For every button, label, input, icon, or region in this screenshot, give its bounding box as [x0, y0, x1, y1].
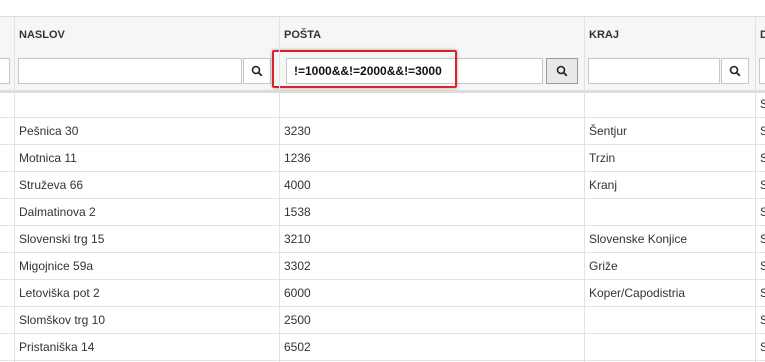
column-header-posta[interactable]: POŠTA	[279, 17, 584, 54]
table-row[interactable]: Letoviška pot 2 6000 Koper/Capodistria S	[0, 280, 765, 307]
cell-next: S	[760, 232, 765, 246]
cell-posta: 1236	[284, 151, 311, 165]
cell-naslov: Letoviška pot 2	[19, 286, 100, 300]
cell-kraj: Kranj	[589, 178, 618, 192]
filter-search-button-kraj[interactable]	[721, 58, 749, 84]
table-row[interactable]: Pešnica 30 3230 Šentjur S	[0, 118, 765, 145]
cell-naslov: Pešnica 30	[19, 124, 79, 138]
cell-posta: 3230	[284, 124, 311, 138]
cell-next: S	[760, 259, 765, 273]
cell-kraj: Šentjur	[589, 124, 628, 138]
cell-posta: 2500	[284, 313, 311, 327]
cell-naslov: Dalmatinova 2	[19, 205, 96, 219]
cell-posta: 6000	[284, 286, 311, 300]
search-icon	[556, 65, 568, 77]
table-row[interactable]: Struževa 66 4000 Kranj S	[0, 172, 765, 199]
cell-kraj	[584, 199, 759, 225]
table-row[interactable]: Motnica 11 1236 Trzin S	[0, 145, 765, 172]
cell-kraj: Slovenske Konjice	[589, 232, 688, 246]
cell-naslov	[14, 91, 283, 117]
table-row[interactable]: S	[0, 91, 765, 118]
column-header-naslov[interactable]: NASLOV	[14, 17, 279, 54]
cell-next: S	[760, 313, 765, 327]
cell-posta	[279, 91, 584, 117]
data-grid: NASLOV POŠTA KRAJ D !=1000&&!=2000&&!=30…	[0, 0, 765, 362]
table-row[interactable]: Pristaniška 14 6502 S	[0, 334, 765, 361]
cell-next: S	[760, 340, 765, 354]
cell-naslov: Struževa 66	[19, 178, 84, 192]
cell-next: S	[760, 178, 765, 192]
filter-input-prev[interactable]	[0, 58, 10, 84]
filter-search-button-posta[interactable]	[546, 58, 578, 84]
cell-naslov: Migojnice 59a	[19, 259, 94, 273]
cell-posta: 1538	[284, 205, 311, 219]
cell-kraj: Koper/Capodistria	[589, 286, 686, 300]
cell-next: S	[760, 205, 765, 219]
cell-naslov: Slomškov trg 10	[19, 313, 106, 327]
cell-posta: 4000	[284, 178, 311, 192]
table-row[interactable]: Migojnice 59a 3302 Griže S	[0, 253, 765, 280]
table-row[interactable]: Slomškov trg 10 2500 S	[0, 307, 765, 334]
cell-kraj: Griže	[589, 259, 618, 273]
search-icon	[251, 65, 263, 77]
column-header-kraj[interactable]: KRAJ	[584, 17, 755, 54]
cell-naslov: Slovenski trg 15	[19, 232, 105, 246]
table-body: S Pešnica 30 3230 Šentjur S Motnica 11 1236 Trz…	[0, 91, 765, 361]
table-row[interactable]: Slovenski trg 15 3210 Slovenske Konjice S	[0, 226, 765, 253]
cell-kraj	[584, 307, 759, 333]
search-icon	[729, 65, 741, 77]
filter-input-naslov[interactable]	[18, 58, 242, 84]
column-header-next[interactable]: D	[755, 17, 765, 54]
filter-search-button-naslov[interactable]	[243, 58, 271, 84]
table-row[interactable]: Dalmatinova 2 1538 S	[0, 199, 765, 226]
posta-filter-value[interactable]: !=1000&&!=2000&&!=3000	[294, 64, 442, 78]
cell-next: S	[760, 97, 765, 111]
top-strip	[0, 0, 765, 16]
cell-posta: 6502	[284, 340, 311, 354]
filter-input-kraj[interactable]	[588, 58, 720, 84]
cell-kraj	[584, 91, 759, 117]
cell-next: S	[760, 286, 765, 300]
cell-naslov: Motnica 11	[19, 151, 77, 165]
cell-next: S	[760, 151, 765, 165]
cell-posta: 3210	[284, 232, 311, 246]
cell-naslov: Pristaniška 14	[19, 340, 95, 354]
cell-kraj	[584, 334, 759, 360]
cell-kraj: Trzin	[589, 151, 616, 165]
cell-posta: 3302	[284, 259, 311, 273]
cell-next: S	[760, 124, 765, 138]
filter-input-next[interactable]	[759, 58, 765, 84]
